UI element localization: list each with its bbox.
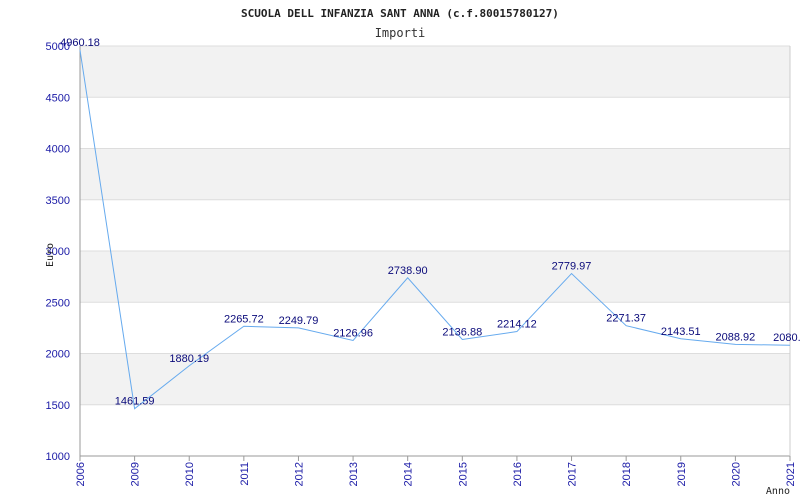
y-tick-label: 4500: [46, 92, 70, 104]
x-axis-label: Anno: [766, 486, 790, 497]
y-tick-label: 1000: [46, 451, 70, 463]
x-tick-label: 2021: [785, 462, 797, 486]
y-tick-label: 2500: [46, 297, 70, 309]
plot-band: [80, 46, 790, 98]
y-axis-label: Euro: [45, 243, 56, 267]
data-label: 1880.19: [169, 353, 209, 365]
data-label: 2265.72: [224, 313, 264, 325]
x-tick-label: 2013: [348, 462, 360, 486]
data-label: 2080.6: [773, 332, 800, 344]
x-tick-label: 2017: [567, 462, 579, 486]
plot-bands: [80, 46, 790, 405]
x-tick-label: 2019: [676, 462, 688, 486]
data-label: 2249.79: [279, 315, 319, 327]
x-tick-label: 2006: [75, 462, 87, 486]
x-tick-label: 2011: [239, 462, 251, 486]
plot-band: [80, 148, 790, 200]
chart: 4960.181461.591880.192265.72 2249.792126.…: [45, 7, 800, 497]
data-label: 2088.92: [716, 331, 756, 343]
chart-subtitle: Importi: [375, 26, 426, 40]
data-label: 2126.96: [333, 327, 373, 339]
x-tick-label: 2014: [403, 462, 415, 486]
y-tick-label: 4000: [46, 144, 70, 156]
data-label: 2271.37: [606, 313, 646, 325]
chart-title: SCUOLA DELL INFANZIA SANT ANNA (c.f.8001…: [241, 7, 559, 20]
y-tick-label: 1500: [46, 400, 70, 412]
data-label: 2143.51: [661, 326, 701, 338]
x-tick-label: 2016: [512, 462, 524, 486]
x-tick-label: 2020: [730, 462, 742, 486]
x-tick-label: 2018: [621, 462, 633, 486]
x-tick-label: 2012: [293, 462, 305, 486]
data-label: 2214.12: [497, 319, 537, 331]
y-tick-label: 3500: [46, 195, 70, 207]
x-tick-label: 2015: [457, 462, 469, 486]
x-tick-label: 2010: [184, 462, 196, 486]
data-label: 2779.97: [552, 261, 592, 273]
plot-band: [80, 251, 790, 303]
y-tick-label: 2000: [46, 349, 70, 361]
data-label: 1461.59: [115, 396, 155, 408]
x-tick-label: 2009: [130, 462, 142, 486]
data-label: 2136.88: [442, 326, 482, 338]
y-tick-label: 5000: [46, 41, 70, 53]
data-label: 2738.90: [388, 265, 428, 277]
